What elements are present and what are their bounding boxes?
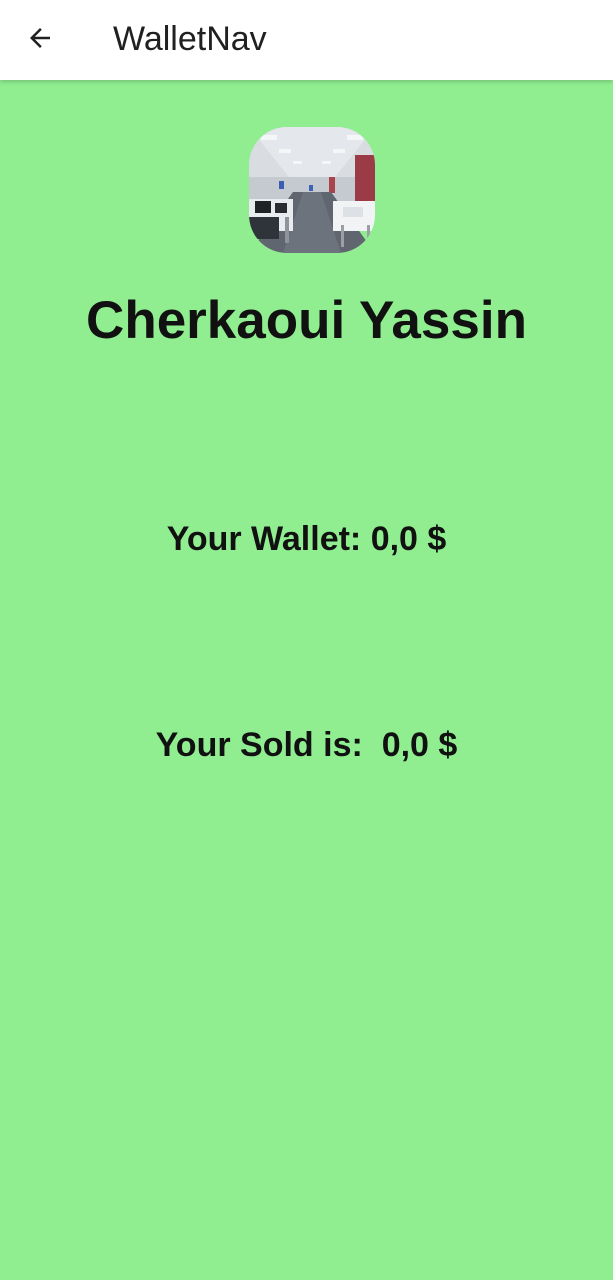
user-name: Cherkaoui Yassin xyxy=(86,291,527,350)
page-title: WalletNav xyxy=(113,20,267,58)
sold-balance-text: Your Sold is: 0,0 $ xyxy=(155,726,458,764)
wallet-balance-text: Your Wallet: 0,0 $ xyxy=(166,520,447,558)
arrow-left-icon xyxy=(30,28,50,48)
avatar xyxy=(249,127,375,253)
app-bar: WalletNav xyxy=(0,0,613,80)
back-button[interactable] xyxy=(16,14,64,62)
wallet-screen: WalletNav Cherkaoui Yassin Your Wallet: … xyxy=(0,0,613,1280)
office-photo-image xyxy=(249,127,375,253)
